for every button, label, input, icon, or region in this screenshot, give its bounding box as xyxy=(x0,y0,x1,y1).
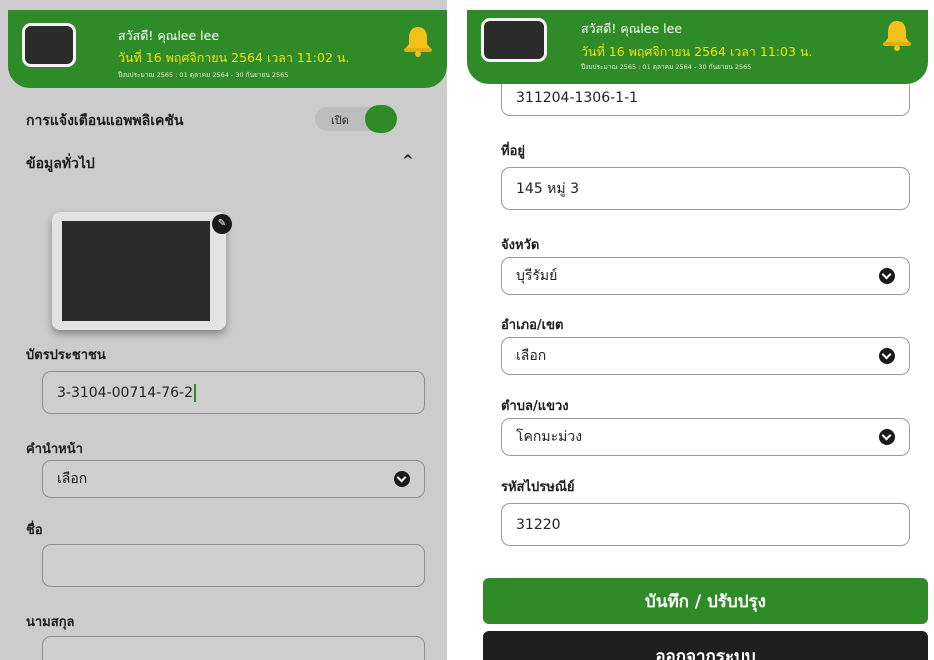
date-time-text: วันที่ 16 พฤศจิกายน 2564 เวลา 11:03 น. xyxy=(581,44,813,59)
district-label: อำเภอ/เขต xyxy=(501,318,564,333)
postal-code-value: 31220 xyxy=(516,516,561,533)
dropdown-chevron-icon xyxy=(879,348,895,364)
id-card-value: 3-3104-00714-76-2 xyxy=(57,384,194,401)
top-id-value: 311204-1306-1-1 xyxy=(516,90,639,106)
subdistrict-select[interactable]: โคกมะม่วง xyxy=(501,418,910,456)
dropdown-chevron-icon xyxy=(879,268,895,284)
address-input[interactable]: 145 หมู่ 3 xyxy=(501,167,910,210)
title-select[interactable]: เลือก xyxy=(42,460,425,498)
first-name-label: ชื่อ xyxy=(26,523,43,538)
date-time-text: วันที่ 16 พฤศจิกายน 2564 เวลา 11:02 น. xyxy=(118,50,350,65)
district-select[interactable]: เลือก xyxy=(501,337,910,375)
address-value: 145 หมู่ 3 xyxy=(516,180,579,197)
title-label: คำนำหน้า xyxy=(26,442,83,457)
profile-photo-card[interactable]: ✎ xyxy=(52,212,232,330)
avatar[interactable] xyxy=(481,18,547,62)
left-screen: สวัสดี! คุณlee lee วันที่ 16 พฤศจิกายน 2… xyxy=(0,0,447,660)
fiscal-year-text: ปีงบประมาณ 2565 : 01 ตุลาคม 2564 - 30 กั… xyxy=(118,71,289,79)
bell-icon[interactable] xyxy=(880,18,914,52)
text-cursor xyxy=(194,383,196,402)
pencil-icon[interactable]: ✎ xyxy=(212,214,232,234)
subdistrict-label: ตำบล/แขวง xyxy=(501,399,569,414)
toggle-label: เปิด xyxy=(331,114,349,127)
postal-code-label: รหัสไปรษณีย์ xyxy=(501,480,575,495)
greeting-text: สวัสดี! คุณlee lee xyxy=(118,28,220,43)
notification-label: การแจ้งเตือนแอพพลิเคชัน xyxy=(26,113,184,129)
general-info-heading: ข้อมูลทั่วไป xyxy=(26,156,95,172)
last-name-input[interactable] xyxy=(42,636,425,660)
bell-icon[interactable] xyxy=(401,24,435,58)
province-select[interactable]: บุรีรัมย์ xyxy=(501,257,910,295)
notification-toggle[interactable]: เปิด xyxy=(315,105,397,133)
district-value: เลือก xyxy=(516,348,547,364)
greeting-text: สวัสดี! คุณlee lee xyxy=(581,21,683,36)
right-screen: 311204-1306-1-1 สวัสดี! คุณlee lee วันที… xyxy=(465,0,934,660)
id-card-input[interactable]: 3-3104-00714-76-2 xyxy=(42,371,425,414)
app-header: สวัสดี! คุณlee lee วันที่ 16 พฤศจิกายน 2… xyxy=(8,10,447,88)
profile-photo xyxy=(62,221,210,321)
chevron-up-icon[interactable]: ^ xyxy=(402,153,414,169)
dropdown-chevron-icon xyxy=(879,429,895,445)
subdistrict-value: โคกมะม่วง xyxy=(516,429,583,445)
app-root: สวัสดี! คุณlee lee วันที่ 16 พฤศจิกายน 2… xyxy=(0,0,934,660)
title-select-value: เลือก xyxy=(57,471,88,487)
dropdown-chevron-icon xyxy=(394,471,410,487)
toggle-knob[interactable] xyxy=(365,105,397,133)
id-card-label: บัตรประชาชน xyxy=(26,348,106,363)
logout-button[interactable]: ออกจากระบบ xyxy=(483,631,928,660)
postal-code-input[interactable]: 31220 xyxy=(501,503,910,546)
province-label: จังหวัด xyxy=(501,238,540,253)
last-name-label: นามสกุล xyxy=(26,615,75,630)
first-name-input[interactable] xyxy=(42,544,425,587)
fiscal-year-text: ปีงบประมาณ 2565 : 01 ตุลาคม 2564 - 30 กั… xyxy=(581,63,752,71)
avatar[interactable] xyxy=(22,23,76,67)
save-update-button[interactable]: บันทึก / ปรับปรุง xyxy=(483,578,928,624)
province-value: บุรีรัมย์ xyxy=(516,268,558,284)
app-header: สวัสดี! คุณlee lee วันที่ 16 พฤศจิกายน 2… xyxy=(467,10,928,84)
address-label: ที่อยู่ xyxy=(501,144,525,159)
